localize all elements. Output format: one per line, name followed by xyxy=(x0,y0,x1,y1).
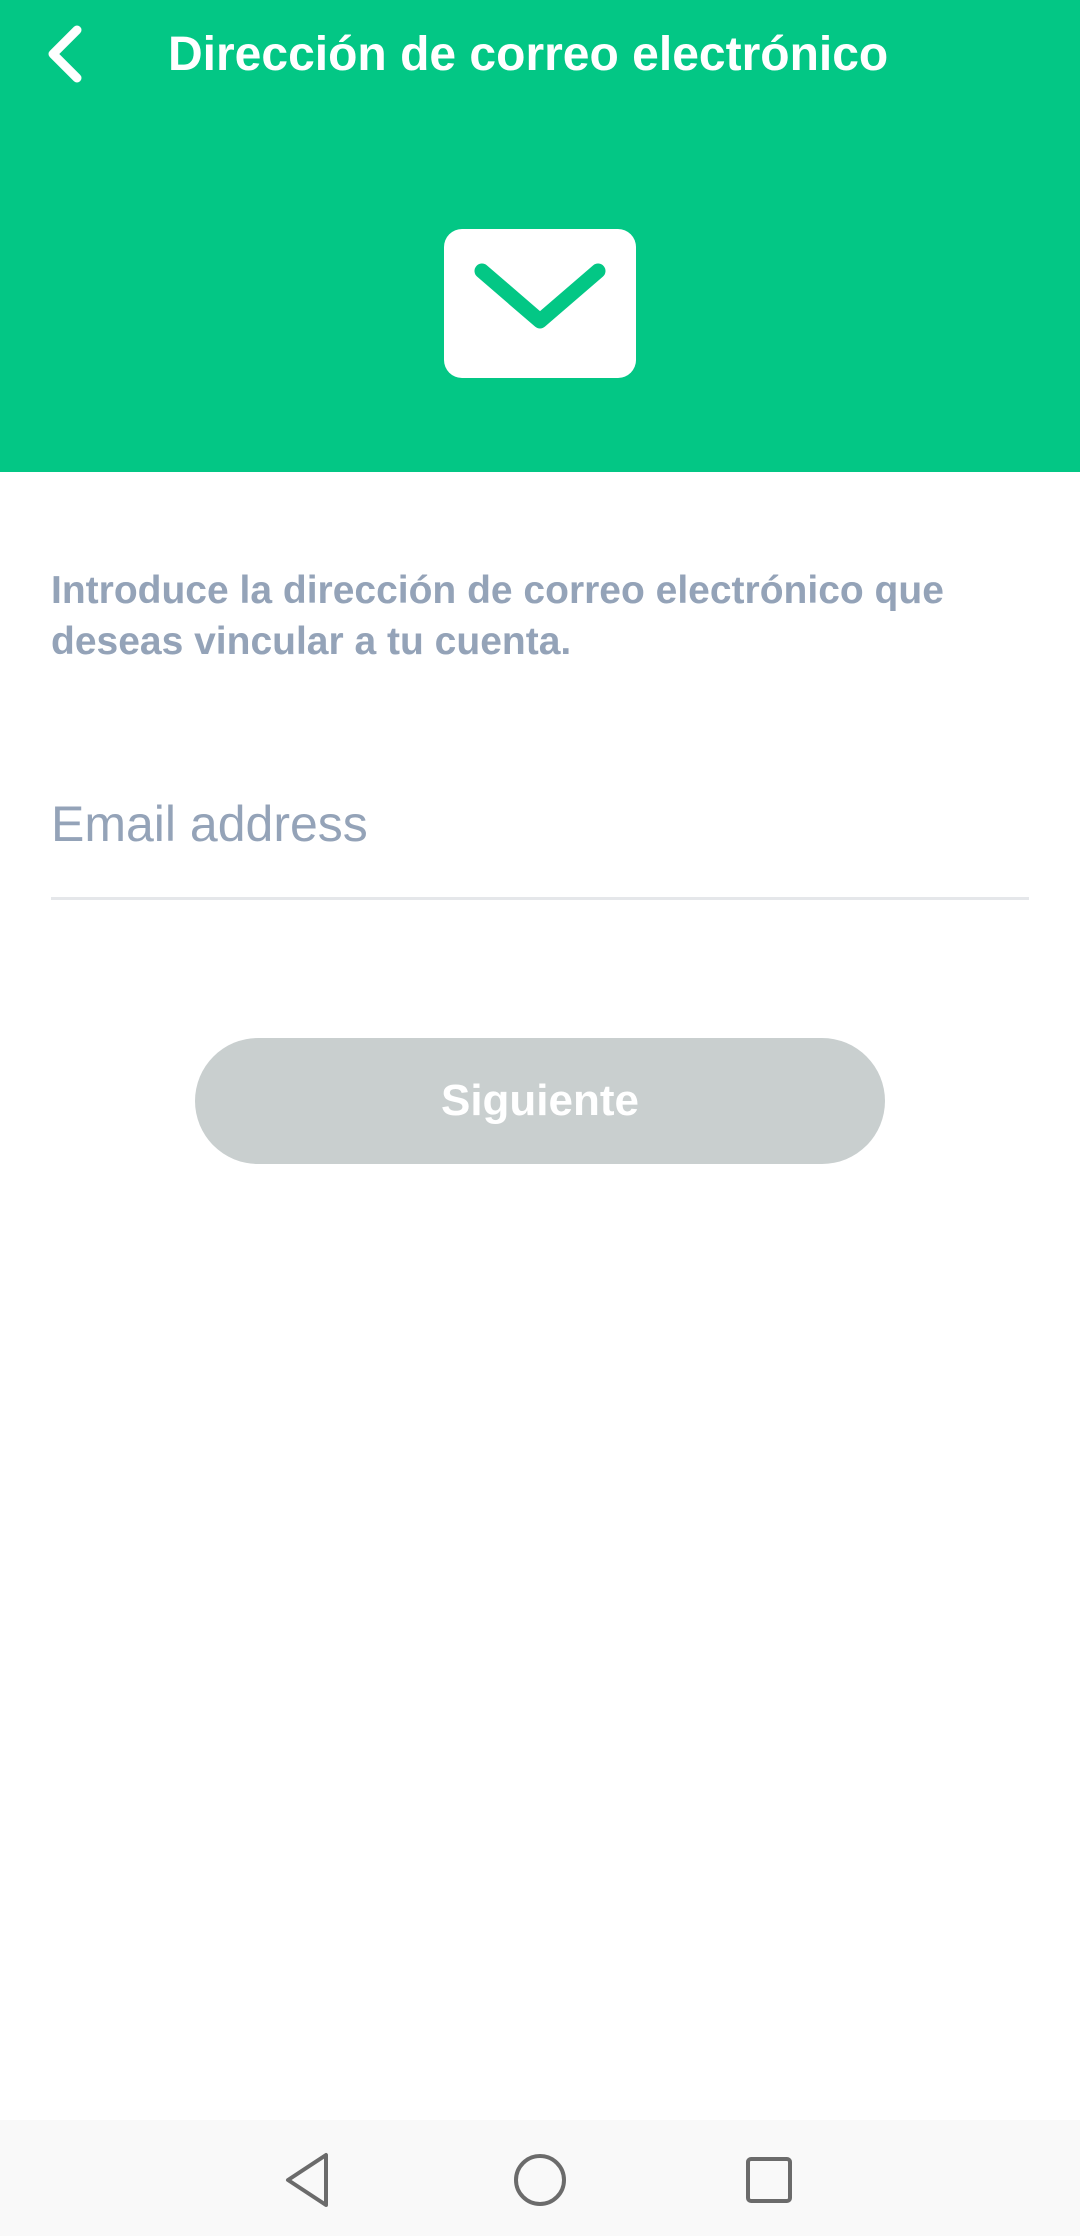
header-bar: Dirección de correo electrónico xyxy=(0,0,1080,472)
triangle-back-icon xyxy=(286,2153,328,2207)
circle-home-icon xyxy=(514,2154,566,2206)
page-title: Dirección de correo electrónico xyxy=(168,28,889,81)
email-field[interactable] xyxy=(51,790,1029,900)
nav-back-button[interactable] xyxy=(273,2145,343,2215)
square-recents-icon xyxy=(746,2157,792,2203)
chevron-left-icon xyxy=(48,25,82,83)
nav-home-button[interactable] xyxy=(505,2145,575,2215)
envelope-icon xyxy=(444,229,636,378)
next-button[interactable]: Siguiente xyxy=(195,1038,885,1164)
back-button[interactable] xyxy=(30,14,100,94)
instruction-text: Introduce la dirección de correo electró… xyxy=(51,569,944,663)
nav-recents-button[interactable] xyxy=(734,2145,804,2215)
